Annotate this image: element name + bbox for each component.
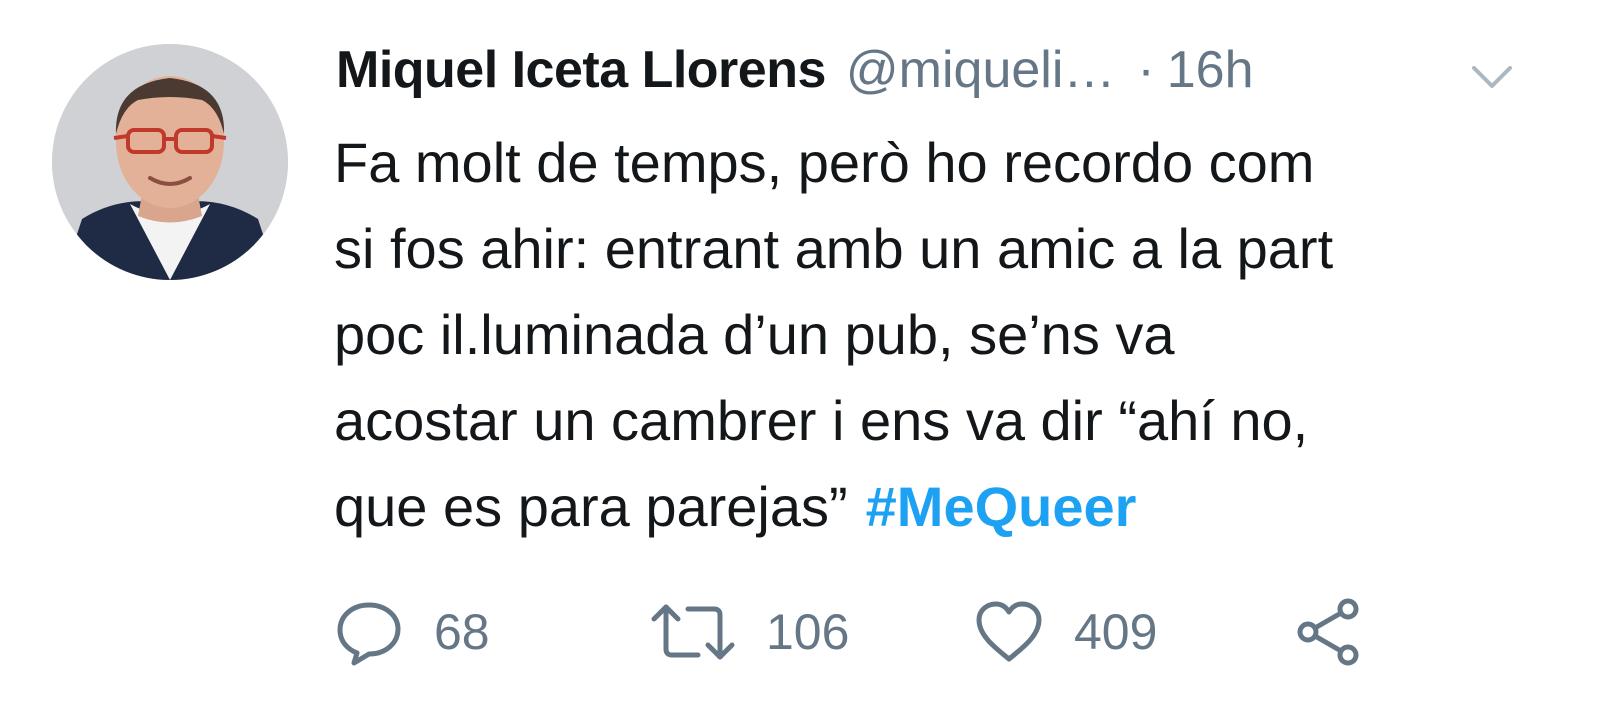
tweet-text: Fa molt de temps, però ho recordo com si… (334, 120, 1534, 550)
retweet-icon (651, 604, 735, 660)
chevron-down-icon (1472, 66, 1512, 88)
tweet-timestamp[interactable]: 16h (1167, 40, 1254, 100)
avatar[interactable] (52, 44, 288, 280)
reply-button[interactable]: 68 (334, 592, 490, 672)
tweet-text-last-line: que es para parejas” #MeQueer (334, 464, 1534, 550)
share-icon (1297, 598, 1359, 666)
share-button[interactable] (1294, 592, 1364, 672)
tweet-text-line: acostar un cambrer i ens va dir “ahí no, (334, 389, 1309, 452)
like-count: 409 (1074, 604, 1158, 660)
author-handle[interactable]: @miqueli… (846, 40, 1116, 100)
avatar-image (52, 44, 288, 280)
tweet-text-line: Fa molt de temps, però ho recordo com (334, 131, 1315, 194)
reply-icon (337, 602, 401, 666)
tweet-header: Miquel Iceta Llorens @miqueli… · 16h (336, 40, 1254, 110)
tweet-card[interactable]: Miquel Iceta Llorens @miqueli… · 16h Fa … (0, 0, 1600, 717)
hashtag-link[interactable]: #MeQueer (866, 475, 1137, 538)
tweet-actions: 68 106 409 (334, 592, 1434, 672)
tweet-text-line: si fos ahir: entrant amb un amic a la pa… (334, 217, 1334, 280)
retweet-button[interactable]: 106 (650, 592, 849, 672)
retweet-count: 106 (766, 604, 850, 660)
tweet-text-line: que es para parejas” (334, 475, 848, 538)
tweet-text-line: poc il.luminada d’un pub, se’ns va (334, 303, 1175, 366)
heart-icon (976, 601, 1042, 662)
reply-count: 68 (434, 604, 490, 660)
tweet-menu-button[interactable] (1470, 62, 1514, 92)
like-button[interactable]: 409 (974, 592, 1157, 672)
header-separator: · (1137, 41, 1155, 99)
author-display-name[interactable]: Miquel Iceta Llorens (336, 40, 826, 100)
